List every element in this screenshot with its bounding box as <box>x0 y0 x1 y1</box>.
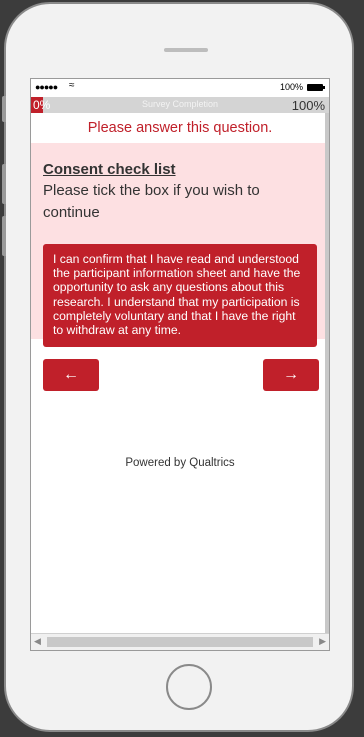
mute-switch <box>2 96 6 122</box>
validation-message: Please answer this question. <box>31 113 329 143</box>
scrollbar-thumb[interactable] <box>47 637 313 647</box>
next-button[interactable]: → <box>263 359 319 391</box>
battery-icon <box>307 84 325 91</box>
phone-screen: ●●●●● ≈ 100% 0% Survey Completion 100% P… <box>30 78 330 651</box>
scroll-left-arrow-icon[interactable]: ◀ <box>34 636 41 647</box>
speaker-grille <box>164 48 208 52</box>
horizontal-scrollbar[interactable]: ◀ ▶ <box>31 633 329 650</box>
signal-icon: ●●●●● <box>35 82 58 92</box>
powered-by-footer[interactable]: Powered by Qualtrics <box>31 457 329 469</box>
status-bar: ●●●●● ≈ 100% <box>31 79 329 97</box>
home-button[interactable] <box>166 664 212 710</box>
volume-up-button <box>2 164 6 204</box>
consent-choice-option[interactable]: I can confirm that I have read and under… <box>43 244 317 348</box>
battery-percentage: 100% <box>279 82 303 92</box>
question-title: Consent check list <box>43 161 176 178</box>
progress-label: Survey Completion <box>141 99 219 109</box>
navigation-bar: ← → <box>31 339 329 457</box>
scroll-right-arrow-icon[interactable]: ▶ <box>319 636 326 647</box>
question-block: Consent check list Please tick the box i… <box>31 143 329 348</box>
progress-end-label: 100% <box>291 98 325 113</box>
vertical-scrollbar[interactable] <box>325 113 329 634</box>
phone-frame: ●●●●● ≈ 100% 0% Survey Completion 100% P… <box>2 2 354 732</box>
wifi-icon: ≈ <box>69 80 75 91</box>
progress-bar: 0% Survey Completion 100% <box>31 97 329 113</box>
volume-down-button <box>2 216 6 256</box>
back-button[interactable]: ← <box>43 359 99 391</box>
question-text: Please tick the box if you wish to conti… <box>43 182 260 221</box>
